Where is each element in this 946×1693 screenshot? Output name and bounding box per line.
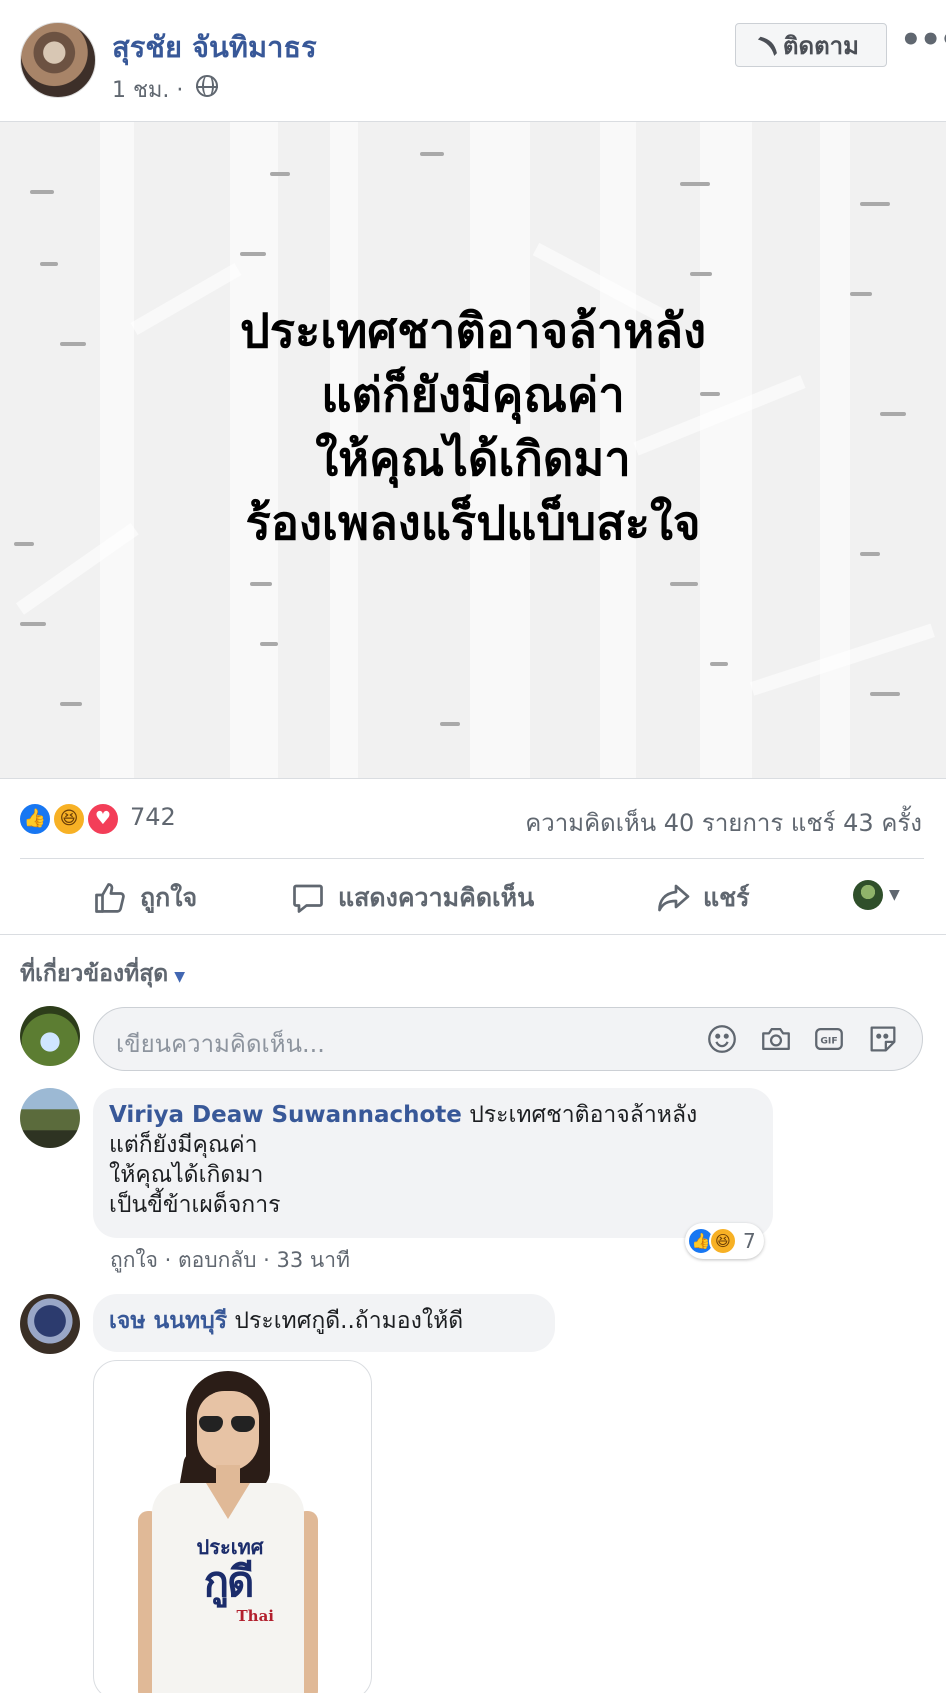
- post-image[interactable]: ประเทศชาติอาจล้าหลัง แต่ก็ยังมีคุณค่า ให…: [0, 122, 946, 779]
- comments-shares-count[interactable]: ความคิดเห็น 40 รายการ แชร์ 43 ครั้ง: [525, 803, 922, 842]
- svg-text:GIF: GIF: [820, 1035, 837, 1046]
- quote-line: ร้องเพลงแร็ปแบ็บสะใจ: [245, 496, 701, 551]
- comment-filter-label: ที่เกี่ยวข้องที่สุด: [20, 961, 169, 987]
- share-label: แชร์: [703, 883, 750, 912]
- caret-down-icon: ▼: [174, 969, 186, 985]
- love-reaction-icon[interactable]: ♥: [86, 802, 120, 836]
- author-name[interactable]: สุรชัย จันทิมาธร: [112, 24, 317, 70]
- haha-reaction-icon[interactable]: 😆: [52, 802, 86, 836]
- follow-button[interactable]: ) ติดตาม: [735, 23, 887, 67]
- comment-image-attachment[interactable]: ประเทศ กูดี Thai: [93, 1360, 372, 1693]
- stats-divider: [20, 858, 924, 859]
- share-button[interactable]: แชร์: [655, 878, 750, 918]
- emoji-icon[interactable]: [705, 1022, 739, 1056]
- quote-line: แต่ก็ยังมีคุณค่า: [321, 368, 625, 423]
- thumbs-up-icon: [95, 883, 125, 913]
- like-label: ถูกใจ: [140, 883, 198, 912]
- comment-filter[interactable]: ที่เกี่ยวข้องที่สุด ▼: [20, 956, 185, 992]
- caret-down-icon: ▼: [889, 887, 900, 903]
- commenter-name[interactable]: เจษ นนทบุรี: [109, 1308, 227, 1334]
- gif-icon[interactable]: GIF: [812, 1022, 846, 1056]
- share-icon: [658, 884, 690, 912]
- comment-reactions[interactable]: 👍 😆 7: [685, 1223, 764, 1259]
- comment-bubble: เจษ นนทบุรี ประเทศกูดี..ถ้ามองให้ดี: [93, 1294, 555, 1352]
- sunglasses-graphic: [199, 1416, 257, 1432]
- commenter-avatar[interactable]: [20, 1294, 80, 1354]
- author-avatar[interactable]: [20, 22, 96, 98]
- commenter-name[interactable]: Viriya Deaw Suwannachote: [109, 1102, 462, 1128]
- more-icon[interactable]: •••: [900, 20, 946, 60]
- shirt-print-line: กูดี: [203, 1557, 255, 1606]
- reaction-count[interactable]: 742: [130, 803, 176, 831]
- comment-input[interactable]: เขียนความคิดเห็น... GIF: [93, 1007, 923, 1071]
- comment-reaction-count: 7: [743, 1229, 756, 1253]
- comment-icon: [293, 884, 323, 913]
- comment-meta[interactable]: ถูกใจ · ตอบกลับ · 33 นาที: [110, 1244, 350, 1277]
- quote-line: ประเทศชาติอาจล้าหลัง: [239, 304, 707, 359]
- comment-label: แสดงความคิดเห็น: [338, 883, 535, 912]
- commenter-avatar[interactable]: [20, 1088, 80, 1148]
- like-reaction-icon[interactable]: 👍: [18, 802, 52, 836]
- post-time[interactable]: 1 ชม. ·: [112, 72, 183, 107]
- post-as-selector[interactable]: ▼: [853, 880, 900, 910]
- comment-text: ประเทศกูดี..ถ้ามองให้ดี: [234, 1308, 464, 1334]
- follow-label: ติดตาม: [782, 31, 859, 60]
- shirt-print-line: Thai: [236, 1607, 275, 1625]
- comment-text: ประเทศชาติอาจล้าหลัง: [469, 1102, 698, 1128]
- comment-text: แต่ก็ยังมีคุณค่า ให้คุณได้เกิดมา เป็นขี้…: [109, 1132, 281, 1218]
- viewer-avatar: [20, 1006, 80, 1066]
- action-bar: ถูกใจ แสดงความคิดเห็น แชร์ ▼: [0, 860, 946, 935]
- post-stats: 👍 😆 ♥ 742 ความคิดเห็น 40 รายการ แชร์ 43 …: [0, 780, 946, 858]
- comment-button[interactable]: แสดงความคิดเห็น: [290, 878, 534, 918]
- like-button[interactable]: ถูกใจ: [92, 878, 197, 918]
- comment-bubble: Viriya Deaw Suwannachote ประเทศชาติอาจล้…: [93, 1088, 773, 1238]
- comment-placeholder: เขียนความคิดเห็น...: [116, 1030, 325, 1058]
- post-header: สุรชัย จันทิมาธร 1 ชม. · ) ติดตาม •••: [0, 0, 946, 122]
- camera-icon[interactable]: [759, 1022, 793, 1056]
- rss-icon: ): [754, 30, 784, 60]
- globe-icon: [196, 75, 218, 97]
- viewer-avatar: [853, 880, 883, 910]
- sticker-icon[interactable]: [866, 1022, 900, 1056]
- post-quote: ประเทศชาติอาจล้าหลัง แต่ก็ยังมีคุณค่า ให…: [0, 300, 946, 556]
- haha-reaction-icon: 😆: [709, 1227, 737, 1255]
- quote-line: ให้คุณได้เกิดมา: [315, 432, 631, 487]
